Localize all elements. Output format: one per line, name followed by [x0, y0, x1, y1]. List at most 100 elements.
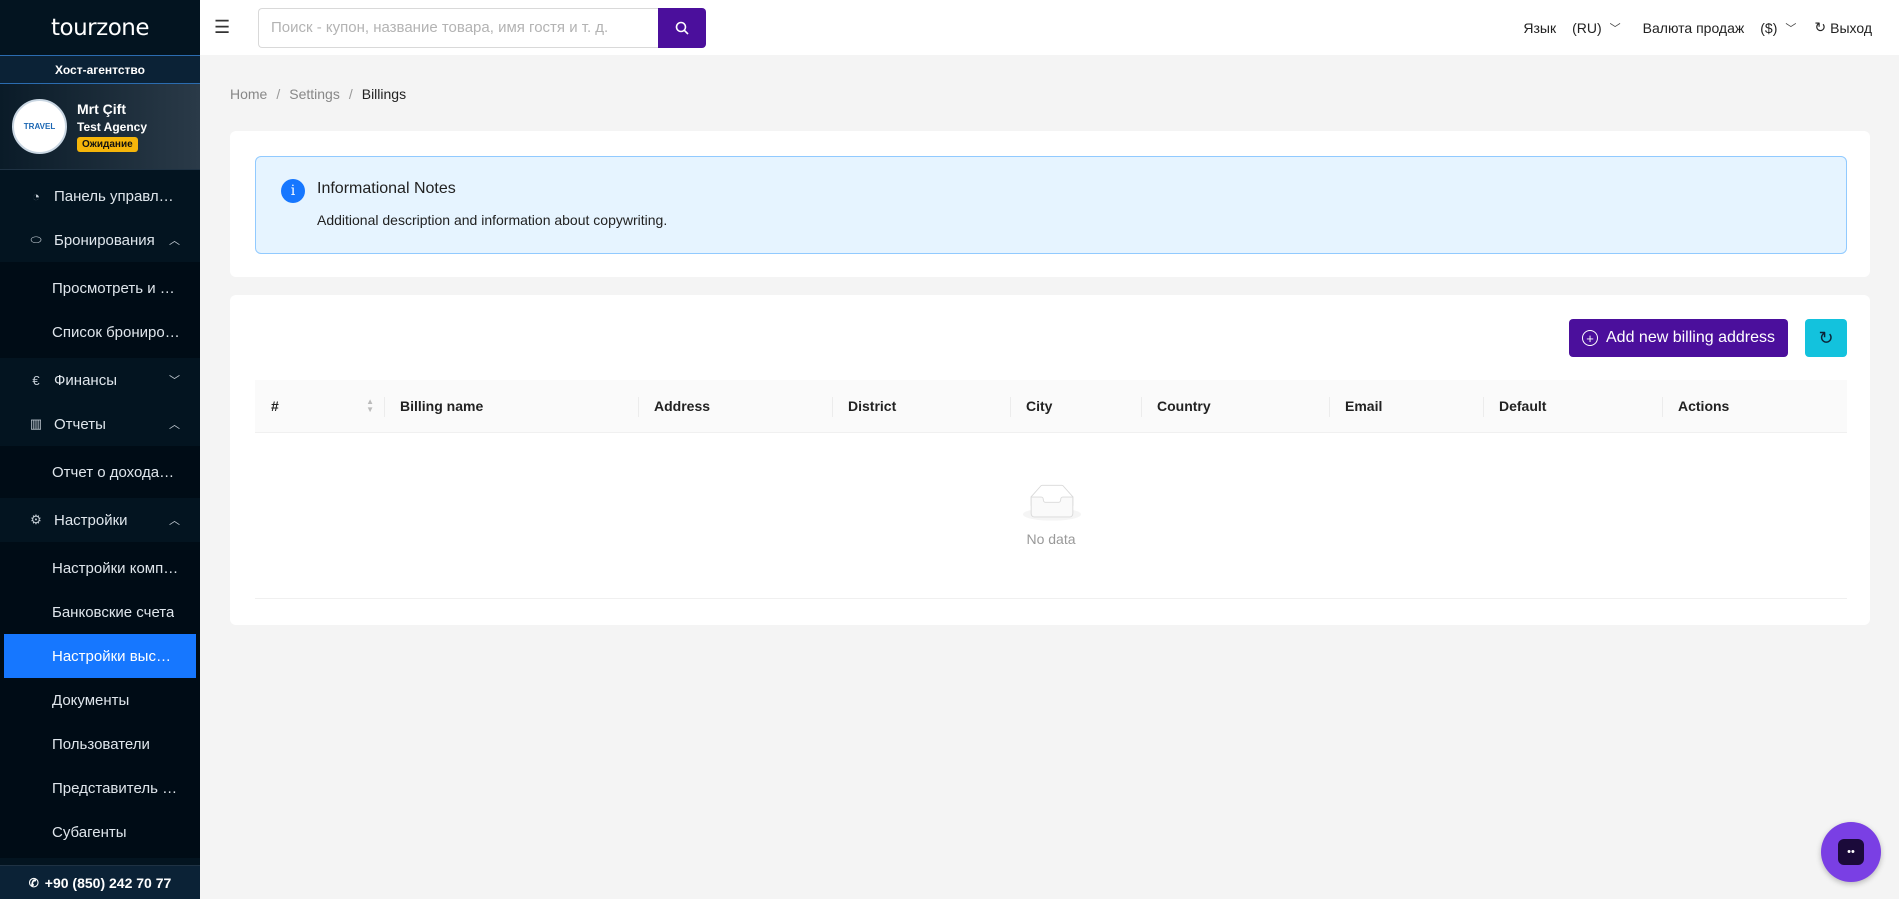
profile-info: Mrt Çift Test Agency Ожидание: [77, 101, 147, 152]
column-header-actions: Actions: [1662, 380, 1847, 433]
sidebar-item-label: Настройки компании: [52, 559, 180, 577]
sidebar-item-subagents[interactable]: Субагенты: [0, 810, 200, 854]
chat-icon: ••: [1838, 839, 1864, 865]
language-value: (RU): [1572, 19, 1602, 36]
breadcrumb-current: Billings: [361, 86, 407, 102]
column-header-country: Country: [1141, 380, 1329, 433]
sidebar-item-users[interactable]: Пользователи: [0, 722, 200, 766]
sidebar-item-bookings[interactable]: ⬭ Бронирования ︿: [0, 218, 200, 262]
sidebar-item-label: Представитель продаж: [52, 779, 180, 797]
empty-state: No data: [255, 433, 1847, 599]
column-header-district: District: [832, 380, 1010, 433]
avatar-text: TRAVEL: [23, 122, 56, 131]
notes-card: i Informational Notes Additional descrip…: [230, 131, 1870, 277]
column-label: Default: [1499, 398, 1547, 414]
sidebar-item-label: Настройки: [54, 511, 128, 529]
column-label: Address: [654, 398, 711, 414]
sidebar-item-label: Субагенты: [52, 823, 127, 841]
sidebar-item-label: Отчеты: [54, 415, 106, 433]
sidebar-item-dashboard[interactable]: ◔ Панель управления: [0, 174, 200, 218]
sidebar-item-finance[interactable]: € Финансы ﹀: [0, 358, 200, 402]
search-input[interactable]: [258, 7, 658, 48]
info-alert: i Informational Notes Additional descrip…: [255, 156, 1847, 254]
sidebar-item-label: Банковские счета: [52, 603, 175, 621]
search-button[interactable]: [658, 7, 706, 48]
refresh-icon: ↻: [1818, 327, 1834, 348]
menu-toggle-icon[interactable]: ☰: [214, 17, 254, 38]
billing-card: + Add new billing address ↻ # ▲ ▼ Billing…: [230, 295, 1870, 625]
profile-card: TRAVEL Mrt Çift Test Agency Ожидание: [0, 84, 200, 170]
agency-type-label: Хост-агентство: [0, 55, 200, 84]
sidebar-item-label: Документы: [52, 691, 130, 709]
breadcrumb-home[interactable]: Home: [230, 86, 267, 102]
phone-icon: ✆: [28, 875, 39, 890]
logo[interactable]: tourzone: [0, 0, 200, 55]
sidebar-item-view-book[interactable]: Просмотреть и забронировать: [0, 266, 200, 310]
column-label: #: [271, 398, 279, 414]
plus-circle-icon: +: [1582, 330, 1598, 346]
chevron-up-icon: ︿: [169, 235, 180, 247]
notes-description: Additional description and information a…: [317, 212, 668, 228]
logo-text: tourzone: [51, 14, 150, 41]
profile-agency: Test Agency: [77, 120, 148, 134]
table-header: # ▲ ▼ Billing name Address District City …: [255, 380, 1847, 433]
column-header-billing-name: Billing name: [384, 380, 638, 433]
search-bar: [258, 7, 706, 48]
breadcrumb-settings[interactable]: Settings: [289, 86, 340, 102]
chat-widget-button[interactable]: ••: [1821, 822, 1881, 882]
sidebar-item-label: Пользователи: [52, 735, 150, 753]
phone-number: +90 (850) 242 70 77: [44, 874, 172, 891]
sidebar-item-bank-accounts[interactable]: Банковские счета: [0, 590, 200, 634]
sidebar-item-company-settings[interactable]: Настройки компании: [0, 546, 200, 590]
breadcrumb-separator: /: [276, 86, 281, 102]
tag-icon: ⬭: [30, 232, 42, 247]
avatar: TRAVEL: [12, 99, 67, 154]
dashboard-icon: ◔: [32, 188, 40, 204]
notes-title: Informational Notes: [317, 180, 456, 197]
add-billing-address-button[interactable]: + Add new billing address: [1569, 319, 1788, 357]
column-label: City: [1026, 398, 1053, 414]
sidebar-item-label: Отчет о доходах и расходах: [52, 463, 180, 481]
column-label: Actions: [1678, 398, 1730, 414]
gear-icon: ⚙: [30, 512, 42, 527]
reports-submenu: Отчет о доходах и расходах: [0, 446, 200, 498]
bookings-submenu: Просмотреть и забронировать Список брони…: [0, 262, 200, 358]
sidebar: tourzone Хост-агентство TRAVEL Mrt Çift …: [0, 0, 200, 899]
breadcrumb: Home / Settings / Billings: [230, 86, 406, 102]
sidebar-item-sales-rep[interactable]: Представитель продаж: [0, 766, 200, 810]
language-select[interactable]: (RU) ﹀: [1572, 20, 1621, 36]
sidebar-item-billing-settings[interactable]: Настройки выставления счетов: [4, 634, 196, 678]
language-label: Язык: [1523, 19, 1557, 36]
currency-value: ($): [1760, 19, 1778, 36]
breadcrumb-separator: /: [348, 86, 353, 102]
sidebar-item-label: Бронирования: [54, 231, 155, 249]
support-phone[interactable]: ✆ +90 (850) 242 70 77: [0, 865, 200, 899]
search-icon: [675, 21, 689, 35]
sidebar-item-settings[interactable]: ⚙ Настройки ︿: [0, 498, 200, 542]
chevron-down-icon: ﹀: [1785, 22, 1797, 35]
sidebar-item-documents[interactable]: Документы: [0, 678, 200, 722]
currency-select[interactable]: ($) ﹀: [1760, 20, 1796, 36]
add-button-label: Add new billing address: [1606, 329, 1775, 346]
sidebar-item-label: Настройки выставления счетов: [52, 647, 176, 665]
info-icon: i: [281, 179, 305, 203]
sidebar-item-income-report[interactable]: Отчет о доходах и расходах: [0, 450, 200, 494]
chevron-down-icon: ﹀: [169, 375, 180, 387]
sidebar-item-booking-list[interactable]: Список бронирований: [0, 310, 200, 354]
logout-button[interactable]: ↻ Выход: [1814, 19, 1872, 36]
column-header-default: Default: [1483, 380, 1662, 433]
bar-chart-icon: ▥: [29, 416, 43, 431]
sort-icon: ▲ ▼: [366, 397, 374, 414]
sidebar-item-label: Просмотреть и забронировать: [52, 279, 180, 297]
sidebar-item-label: Панель управления: [54, 187, 180, 205]
logout-label: Выход: [1830, 19, 1872, 36]
profile-name: Mrt Çift: [77, 101, 126, 117]
euro-icon: €: [32, 372, 40, 388]
sidebar-item-reports[interactable]: ▥ Отчеты ︿: [0, 402, 200, 446]
sidebar-item-label: Финансы: [54, 371, 117, 389]
empty-text: No data: [1026, 531, 1076, 547]
column-header-index[interactable]: # ▲ ▼: [255, 380, 384, 433]
refresh-button[interactable]: ↻: [1805, 319, 1847, 357]
settings-submenu: Настройки компании Банковские счета Наст…: [0, 542, 200, 858]
column-label: District: [848, 398, 897, 414]
